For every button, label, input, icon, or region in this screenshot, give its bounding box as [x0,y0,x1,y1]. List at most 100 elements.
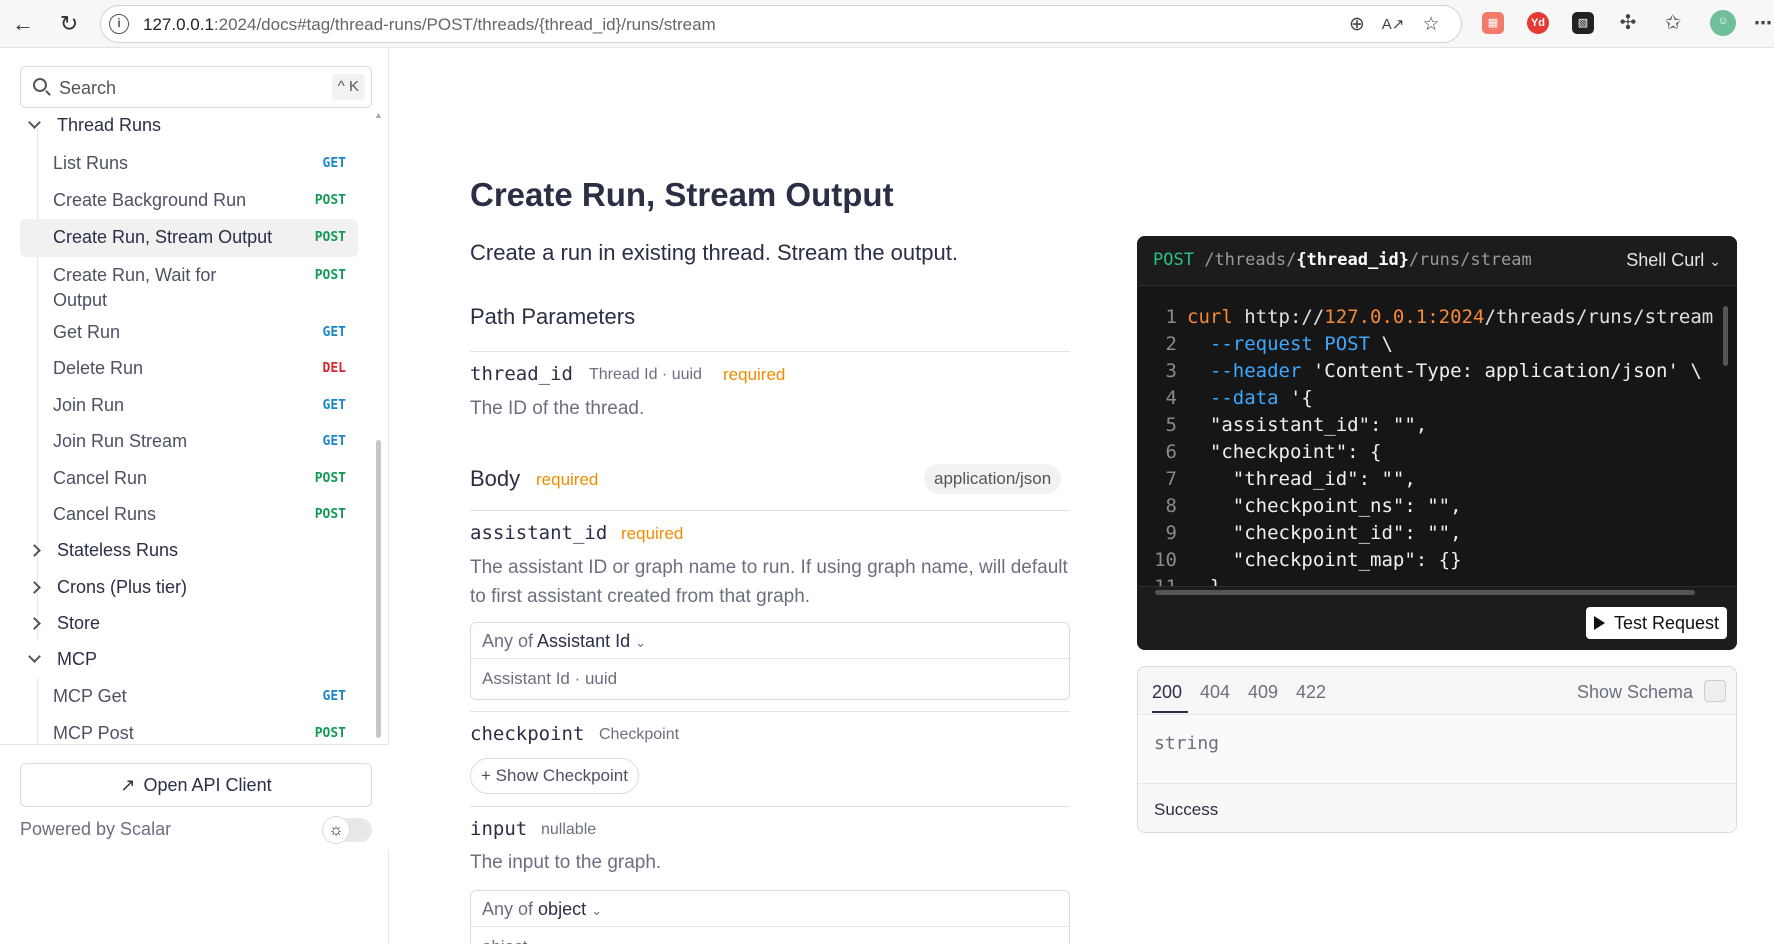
test-request-button[interactable]: Test Request [1585,607,1727,639]
assistant-id-anyof: Any of Assistant Id ⌄ Assistant Id · uui… [470,622,1070,700]
group-mcp[interactable]: MCP [28,644,97,674]
response-body: string [1154,733,1220,754]
plus-icon: + [481,766,491,785]
group-thread-runs[interactable]: Thread Runs [28,110,162,140]
page-title: Create Run, Stream Output [470,176,894,213]
sidebar-item-join-run[interactable]: Join Run GET [20,388,358,424]
sidebar-item-create-background-run[interactable]: Create Background Run POST [20,183,358,219]
method-badge: POST [314,193,346,208]
tab-200[interactable]: 200 [1152,682,1182,703]
sidebar-item-create-run-wait[interactable]: Create Run, Wait for Output POST [20,258,358,314]
code-vertical-scrollbar[interactable] [1723,306,1728,366]
sidebar-item-label: Cancel Run [53,468,148,488]
group-label: Crons (Plus tier) [57,576,188,597]
sidebar-item-delete-run[interactable]: Delete Run DEL [20,351,358,387]
tab-409[interactable]: 409 [1248,682,1278,703]
sun-icon: ☼ [322,816,350,844]
sidebar-item-label: Get Run [53,322,121,342]
extension-dark-icon[interactable]: ▧ [1572,12,1594,34]
external-arrow-icon: ↗ [120,774,136,795]
chevron-down-icon [28,650,41,663]
sidebar-scrollbar[interactable] [376,440,381,738]
sidebar-item-label: Create Background Run [53,190,247,210]
content-type-badge[interactable]: application/json [924,464,1062,494]
group-label: Store [57,612,101,633]
chevron-down-icon: ⌄ [591,903,603,918]
sidebar-item-list-runs[interactable]: List Runs GET [20,146,358,182]
address-bar[interactable]: i 127.0.0.1:2024/docs#tag/thread-runs/PO… [100,5,1462,43]
chevron-right-icon [28,580,41,594]
open-api-client-label: Open API Client [143,774,272,795]
show-checkpoint-button[interactable]: + Show Checkpoint [470,758,639,794]
favorite-star-icon[interactable]: ☆ [1419,13,1443,36]
code-horizontal-scrollbar[interactable] [1155,590,1695,595]
chevron-down-icon: ⌄ [1709,253,1721,269]
param-thread-id-type: Thread Id · uuid [589,366,702,383]
read-aloud-icon[interactable]: A↗ [1381,15,1405,33]
param-input-type: nullable [541,821,597,838]
language-select[interactable]: Shell Curl ⌄ [1626,250,1721,271]
method-badge: GET [322,689,346,704]
show-schema-label: Show Schema [1576,682,1693,702]
profile-avatar[interactable]: ☺ [1710,10,1736,36]
code-header: POST /threads/{thread_id}/runs/stream Sh… [1137,236,1737,286]
reload-icon[interactable]: ↻ [54,9,84,39]
chevron-down-icon: ⌄ [635,635,647,650]
extensions-puzzle-icon[interactable]: ✣ [1617,12,1639,34]
code-block[interactable]: 1 curl http://127.0.0.1:2024/threads/runs… [1137,304,1737,601]
site-info-icon[interactable]: i [109,14,129,34]
param-input-desc: The input to the graph. [470,852,662,873]
sidebar-item-get-run[interactable]: Get Run GET [20,315,358,351]
back-arrow-icon[interactable]: ← [8,9,38,39]
tab-404[interactable]: 404 [1200,682,1230,703]
sidebar-item-label: Create Run, Wait for Output [53,265,217,310]
input-anyof: Any of object ⌄ object [470,890,1070,944]
param-checkpoint-type: Checkpoint [599,726,680,743]
sidebar-item-label: Create Run, Stream Output [53,227,273,247]
code-sample-panel: POST /threads/{thread_id}/runs/stream Sh… [1137,236,1737,650]
response-footer: Success [1138,783,1736,832]
response-panel: 200 404 409 422 Show Schema string Succe… [1137,666,1737,833]
method-badge: GET [322,156,346,171]
method-badge: GET [322,325,346,340]
anyof-selector[interactable]: Any of object ⌄ [471,891,1069,927]
sidebar-item-create-run-stream-output[interactable]: Create Run, Stream Output POST [20,219,358,257]
divider [470,351,1070,352]
sidebar-item-cancel-runs[interactable]: Cancel Runs POST [20,497,358,533]
sidebar-item-label: Cancel Runs [53,504,157,524]
zoom-icon[interactable]: ⊕ [1345,13,1369,36]
param-assistant-id-name: assistant_id [470,522,608,544]
method-badge: POST [314,507,346,522]
theme-toggle[interactable]: ☼ [322,816,372,844]
sidebar-item-join-run-stream[interactable]: Join Run Stream GET [20,424,358,460]
sidebar-item-cancel-run[interactable]: Cancel Run POST [20,461,358,497]
extension-badge-icon[interactable]: Yd [1527,12,1549,34]
method-badge: POST [314,230,346,245]
body-required: required [536,470,599,489]
sidebar-item-mcp-get[interactable]: MCP Get GET [20,679,358,715]
scroll-up-arrow-icon[interactable]: ▲ [374,110,383,120]
group-store[interactable]: Store [28,608,101,638]
group-label: Thread Runs [57,114,162,135]
search-icon [33,78,47,92]
sidebar-footer: ↗ Open API Client Powered by Scalar ☼ [0,744,389,850]
param-input-name: input [470,818,528,840]
group-crons[interactable]: Crons (Plus tier) [28,572,188,602]
sidebar-item-label: Join Run [53,395,125,415]
sidebar-item-label: MCP Post [53,723,134,743]
favorites-icon[interactable]: ✩ [1662,12,1684,34]
more-menu-icon[interactable]: ⋯ [1752,12,1774,34]
show-schema-checkbox[interactable] [1704,680,1726,702]
anyof-selector[interactable]: Any of Assistant Id ⌄ [471,623,1069,659]
method-badge: DEL [322,361,346,376]
anyof-body: Assistant Id · uuid [482,669,618,688]
group-stateless-runs[interactable]: Stateless Runs [28,535,178,565]
search-input[interactable]: Search ^ K [20,66,372,108]
page-description: Create a run in existing thread. Stream … [470,240,958,265]
play-icon [1593,616,1605,630]
extension-icon[interactable]: ▦ [1482,12,1504,34]
param-checkpoint-name: checkpoint [470,723,585,745]
open-api-client-button[interactable]: ↗ Open API Client [20,763,372,807]
tab-422[interactable]: 422 [1296,682,1326,703]
method-badge: POST [314,268,346,283]
